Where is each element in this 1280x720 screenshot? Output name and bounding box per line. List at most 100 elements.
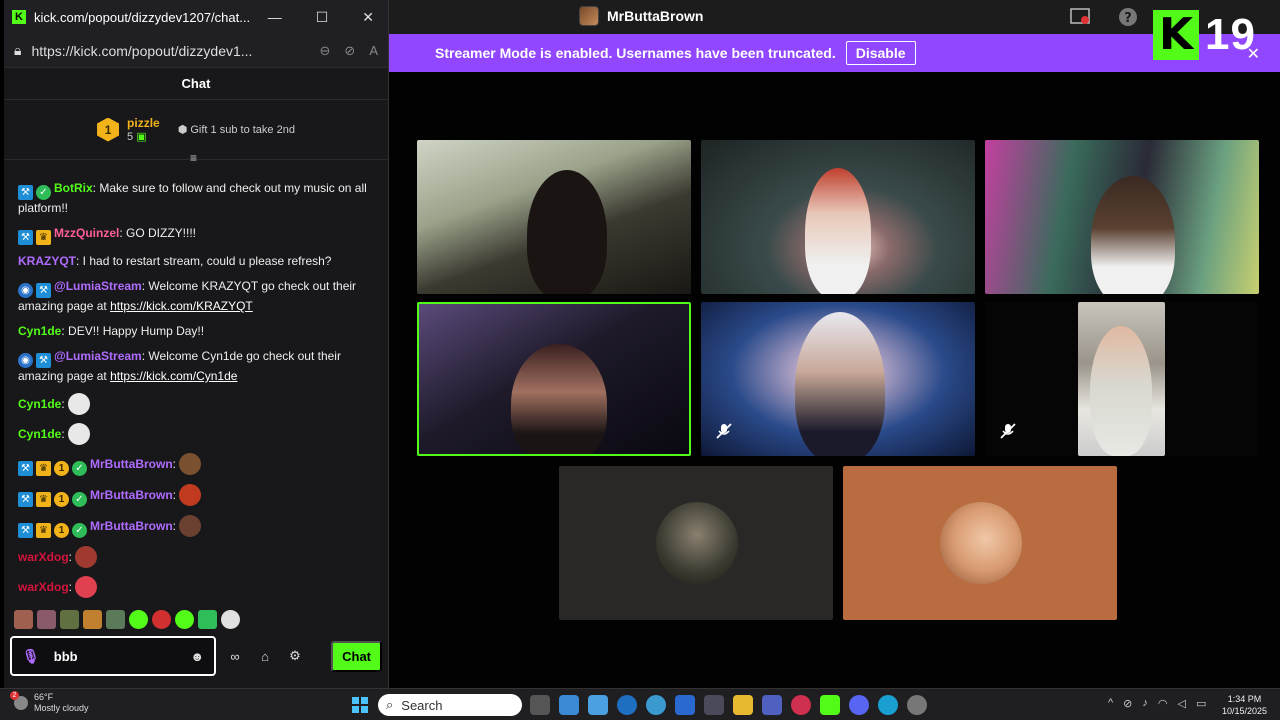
chat-username[interactable]: Cyn1de <box>18 324 61 338</box>
kick-app-icon[interactable] <box>820 695 840 715</box>
chat-emote[interactable] <box>68 423 91 445</box>
subscriber-badge-icon[interactable]: 1 <box>54 523 69 538</box>
chat-emote[interactable] <box>68 393 91 415</box>
screen-record-icon[interactable] <box>1069 6 1091 28</box>
moderator-badge-icon[interactable]: ⚒ <box>18 185 33 200</box>
chat-emote[interactable] <box>179 484 202 506</box>
store-icon[interactable]: ⌂ <box>254 649 276 664</box>
verified-badge-icon[interactable]: ✓ <box>72 523 87 538</box>
taskbar-search[interactable]: ⌕ Search <box>378 694 522 716</box>
chat-username[interactable]: Cyn1de <box>18 427 61 441</box>
settings-app-icon[interactable] <box>907 695 927 715</box>
file-explorer-icon[interactable] <box>733 695 753 715</box>
video-tile-4-active[interactable] <box>417 302 691 456</box>
microphone-tray-icon[interactable]: ♪ <box>1142 697 1148 710</box>
verified-badge-icon[interactable]: ✓ <box>36 185 51 200</box>
url-text[interactable]: https://kick.com/popout/dizzydev1... <box>31 43 252 59</box>
chat-input[interactable]: 🎙︎ bbb ☻ <box>10 636 216 676</box>
verified-badge-icon[interactable]: ✓ <box>72 461 87 476</box>
start-button-icon[interactable] <box>352 697 368 713</box>
subscriber-badge-icon[interactable]: 1 <box>54 492 69 507</box>
read-aloud-icon[interactable]: A <box>369 43 378 59</box>
chevron-up-icon[interactable]: ^ <box>1108 697 1113 710</box>
emote-3[interactable] <box>60 610 79 629</box>
discord-icon[interactable] <box>849 695 869 715</box>
chat-username[interactable]: @LumiaStream <box>54 279 142 293</box>
crown-badge-icon[interactable]: ♛ <box>36 461 51 476</box>
chat-username[interactable]: warXdog <box>18 580 69 594</box>
copilot-icon[interactable] <box>559 695 579 715</box>
moderator-badge-icon[interactable]: ⚒ <box>18 461 33 476</box>
bot-badge-icon[interactable]: ◉ <box>18 353 33 368</box>
emote-9[interactable] <box>198 610 217 629</box>
verified-badge-icon[interactable]: ✓ <box>72 492 87 507</box>
video-tile-6[interactable] <box>985 302 1259 456</box>
help-icon[interactable]: ? <box>1117 6 1139 28</box>
chat-emote[interactable] <box>179 453 202 475</box>
minimize-icon[interactable]: — <box>268 9 282 26</box>
crown-badge-icon[interactable]: ♛ <box>36 523 51 538</box>
emote-2[interactable] <box>37 610 56 629</box>
chat-emote[interactable] <box>75 546 98 568</box>
emote-8[interactable] <box>175 610 194 629</box>
browser-app-icon[interactable] <box>646 695 666 715</box>
zoom-icon[interactable] <box>675 695 695 715</box>
moderator-badge-icon[interactable]: ⚒ <box>36 283 51 298</box>
chat-link[interactable]: https://kick.com/KRAZYQT <box>110 299 253 313</box>
chat-username[interactable]: MrButtaBrown <box>90 457 173 471</box>
chat-link[interactable]: https://kick.com/Cyn1de <box>110 369 237 383</box>
emote-6[interactable] <box>129 610 148 629</box>
moderator-badge-icon[interactable]: ⚒ <box>18 492 33 507</box>
emote-5[interactable] <box>106 610 125 629</box>
maps-icon[interactable] <box>791 695 811 715</box>
edge-icon[interactable] <box>878 695 898 715</box>
battery-icon[interactable]: ▭ <box>1196 697 1206 710</box>
chat-username[interactable]: MrButtaBrown <box>90 519 173 533</box>
chat-emote[interactable] <box>75 576 98 598</box>
emote-10[interactable] <box>221 610 240 629</box>
emoji-picker-icon[interactable]: ☻ <box>190 649 204 664</box>
video-tile-7-camera-off[interactable] <box>559 466 833 620</box>
settings-gear-icon[interactable]: ⚙ <box>284 648 306 664</box>
video-tile-1[interactable] <box>417 140 691 294</box>
hide-icon[interactable]: ⊘ <box>344 43 355 59</box>
channel-points-icon[interactable]: ∞ <box>224 649 246 664</box>
lock-icon[interactable]: 🔒︎ <box>14 42 21 59</box>
weather-widget[interactable]: 2 66°F Mostly cloudy <box>10 691 89 714</box>
subscriber-badge-icon[interactable]: 1 <box>54 461 69 476</box>
chat-username[interactable]: KRAZYQT <box>18 254 76 268</box>
volume-icon[interactable]: ◁ <box>1178 697 1186 710</box>
chat-input-value[interactable]: bbb <box>54 649 78 664</box>
taskbar-clock[interactable]: 1:34 PM 10/15/2025 <box>1222 693 1267 717</box>
moderator-badge-icon[interactable]: ⚒ <box>36 353 51 368</box>
video-tile-8-camera-off[interactable] <box>843 466 1117 620</box>
emote-7[interactable] <box>152 610 171 629</box>
crown-badge-icon[interactable]: ♛ <box>36 230 51 245</box>
chat-username[interactable]: Cyn1de <box>18 397 61 411</box>
moderator-badge-icon[interactable]: ⚒ <box>18 523 33 538</box>
task-view-icon[interactable] <box>530 695 550 715</box>
chat-emote[interactable] <box>179 515 202 537</box>
emote-4[interactable] <box>83 610 102 629</box>
close-window-icon[interactable]: ✕ <box>362 9 374 26</box>
chat-username[interactable]: warXdog <box>18 550 69 564</box>
chat-message-list[interactable]: ⚒ ✓ BotRix: Make sure to follow and check … <box>4 176 384 606</box>
disable-button[interactable]: Disable <box>845 41 916 65</box>
microphone-icon[interactable]: 🎙︎ <box>22 648 40 665</box>
gift-leaderboard[interactable]: 1 pizzle 5 ▣ ⬢ Gift 1 sub to take 2nd ≡ <box>4 100 388 165</box>
maximize-icon[interactable]: ☐ <box>316 9 329 26</box>
chat-username[interactable]: BotRix <box>54 181 93 195</box>
video-tile-5[interactable] <box>701 302 975 456</box>
video-tile-3[interactable] <box>985 140 1259 294</box>
chat-username[interactable]: MrButtaBrown <box>90 488 173 502</box>
store-app-icon[interactable] <box>704 695 724 715</box>
video-tile-2[interactable] <box>701 140 975 294</box>
network-off-icon[interactable]: ⊘ <box>1123 697 1132 710</box>
bot-badge-icon[interactable]: ◉ <box>18 283 33 298</box>
gift-sub-prompt[interactable]: ⬢ Gift 1 sub to take 2nd <box>178 123 295 136</box>
crown-badge-icon[interactable]: ♛ <box>36 492 51 507</box>
collapse-pinned-icon[interactable]: ≡ <box>190 151 197 165</box>
teams-icon[interactable] <box>762 695 782 715</box>
send-chat-button[interactable]: Chat <box>331 640 382 672</box>
emote-1[interactable] <box>14 610 33 629</box>
